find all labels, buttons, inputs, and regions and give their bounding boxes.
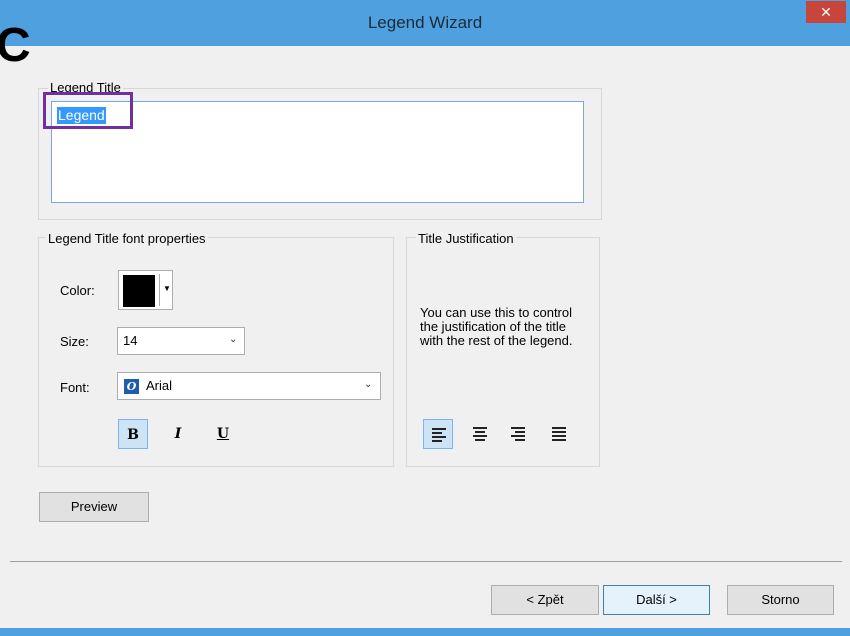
next-button[interactable]: Další > bbox=[603, 585, 710, 615]
dropdown-arrow-icon: ▼ bbox=[163, 284, 171, 293]
italic-button[interactable]: I bbox=[163, 419, 193, 449]
bold-button[interactable]: B bbox=[118, 419, 148, 449]
partial-glyph: C bbox=[0, 19, 31, 72]
legend-wizard-window: Legend Wizard ✕ C Legend Title Legend Le… bbox=[0, 0, 850, 636]
chevron-down-icon: ⌄ bbox=[364, 379, 373, 390]
font-label: Font: bbox=[60, 380, 90, 395]
back-button[interactable]: < Zpět bbox=[491, 585, 599, 615]
footer-separator bbox=[10, 561, 842, 562]
underline-button[interactable]: U bbox=[208, 419, 238, 449]
align-center-button[interactable] bbox=[465, 419, 495, 449]
title-bar: Legend Wizard ✕ bbox=[0, 0, 850, 46]
cancel-button[interactable]: Storno bbox=[727, 585, 834, 615]
color-picker-divider bbox=[159, 274, 160, 306]
align-left-button[interactable] bbox=[423, 419, 453, 449]
preview-button[interactable]: Preview bbox=[39, 492, 149, 522]
size-value: 14 bbox=[123, 333, 138, 348]
color-label: Color: bbox=[60, 283, 95, 298]
title-justification-group-label: Title Justification bbox=[416, 231, 516, 246]
annotation-highlight-box bbox=[43, 92, 133, 129]
font-properties-group-label: Legend Title font properties bbox=[46, 231, 208, 246]
opentype-font-icon: O bbox=[124, 379, 139, 394]
font-value: Arial bbox=[146, 378, 173, 393]
align-right-button[interactable] bbox=[503, 419, 533, 449]
bottom-accent-bar bbox=[0, 628, 850, 636]
color-picker[interactable]: ▼ bbox=[118, 270, 173, 310]
close-button[interactable]: ✕ bbox=[806, 1, 846, 23]
chevron-down-icon: ⌄ bbox=[229, 334, 238, 345]
color-swatch bbox=[123, 275, 155, 307]
font-select[interactable]: O Arial ⌄ bbox=[117, 372, 381, 400]
align-justify-button[interactable] bbox=[544, 419, 574, 449]
justification-description: You can use this to control the justific… bbox=[420, 305, 573, 348]
window-title: Legend Wizard bbox=[367, 13, 483, 32]
size-label: Size: bbox=[60, 334, 89, 349]
size-select[interactable]: 14 ⌄ bbox=[117, 327, 245, 355]
